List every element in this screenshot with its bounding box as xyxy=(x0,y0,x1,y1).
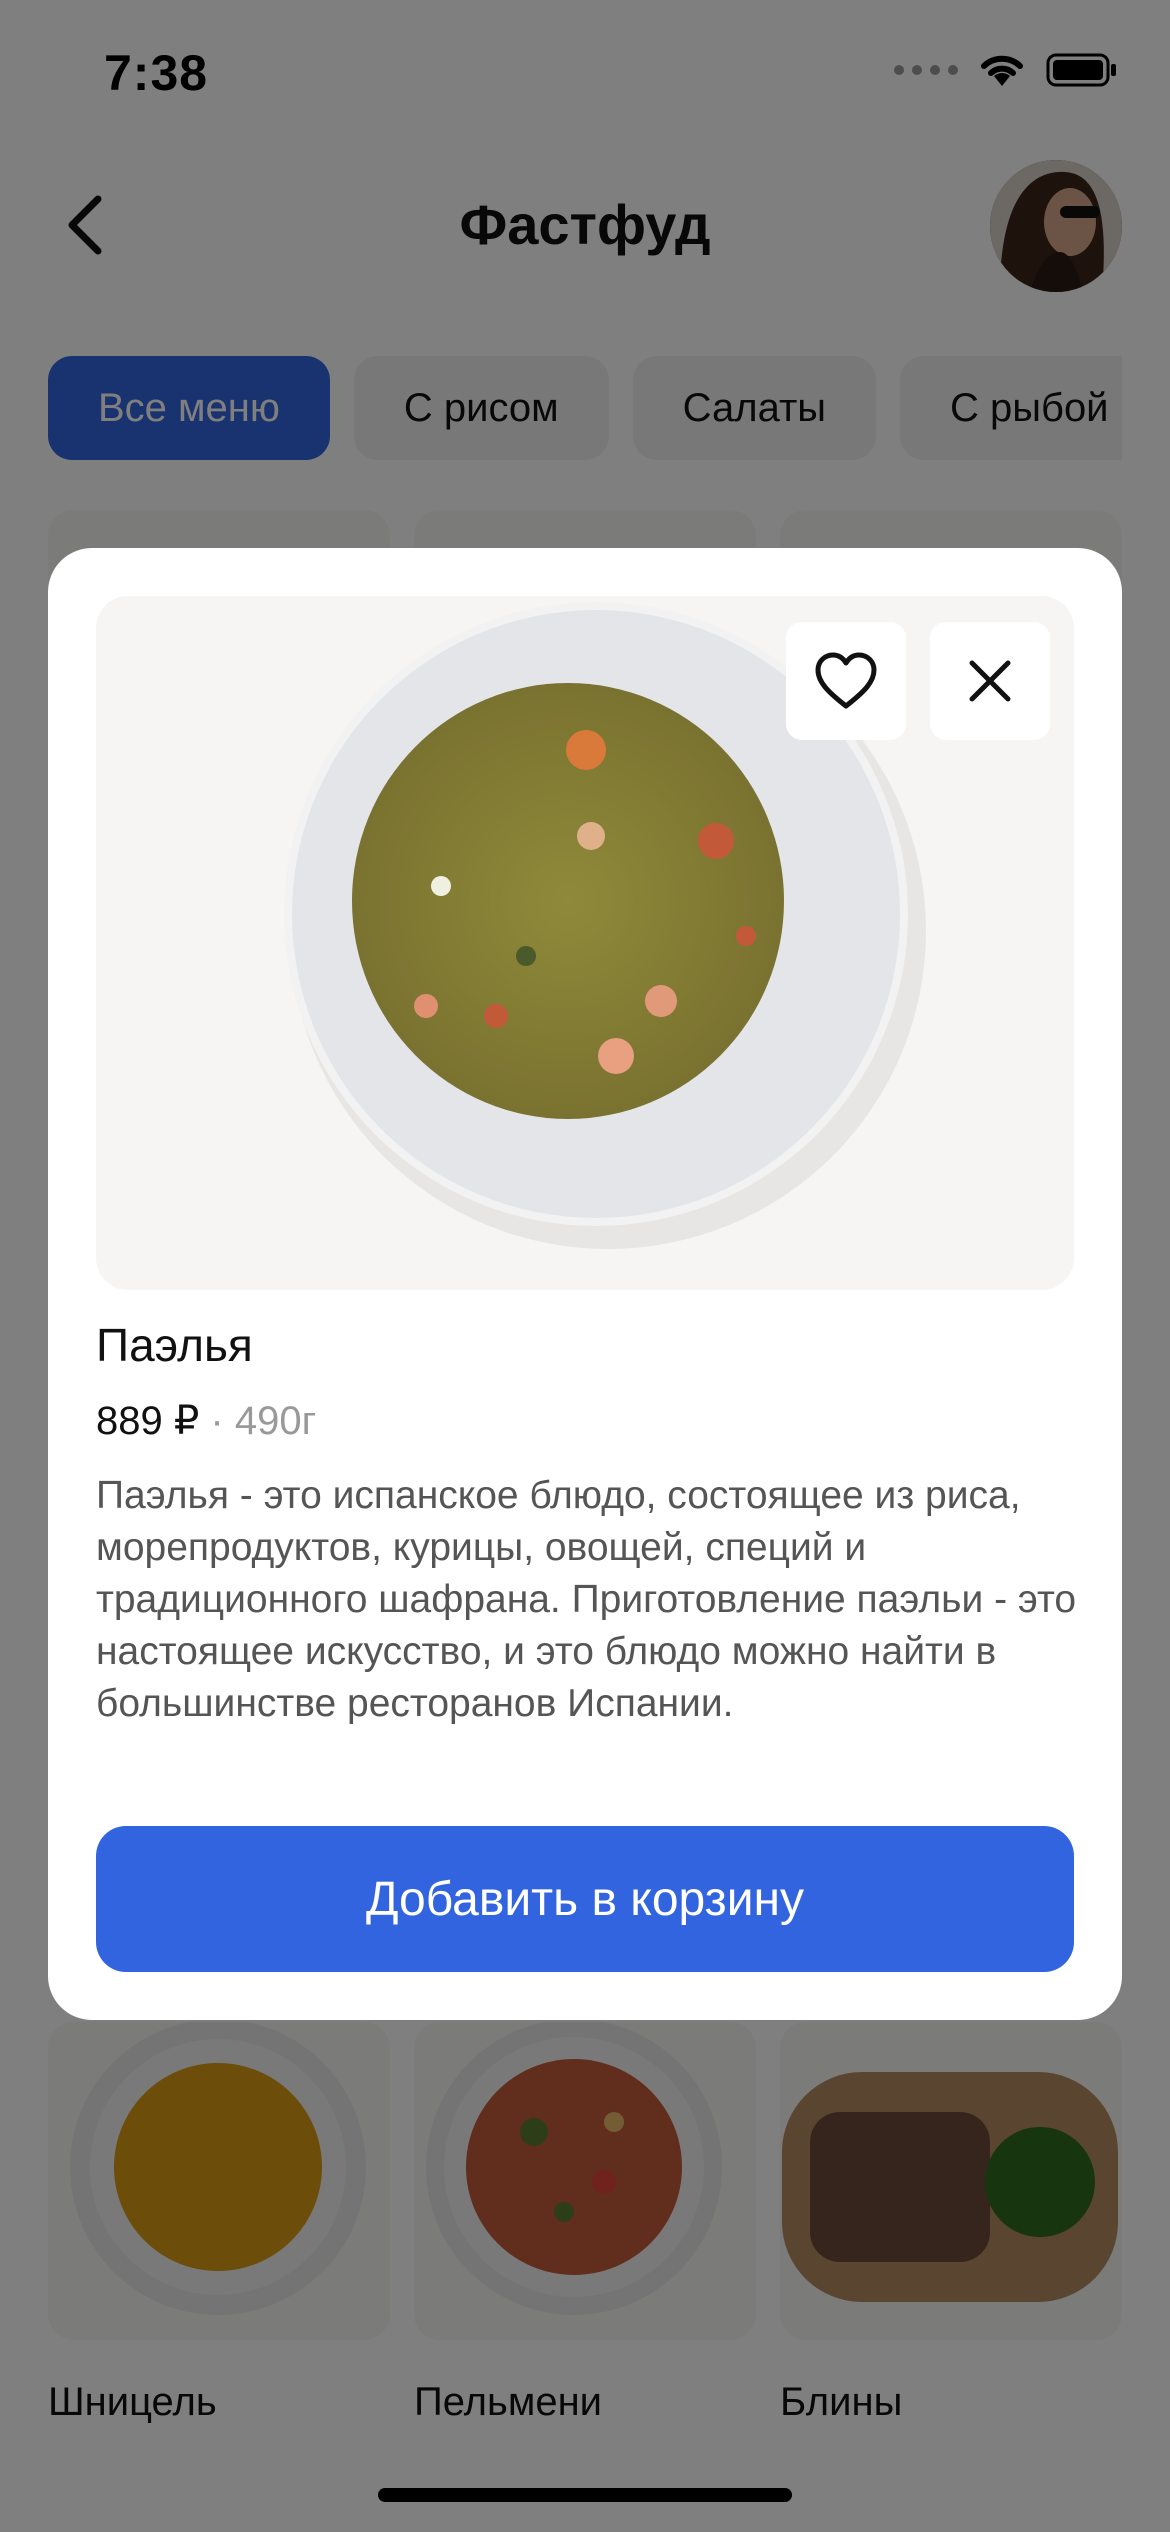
meta-separator: · xyxy=(199,1399,235,1443)
dish-price: 889 ₽ xyxy=(96,1399,200,1443)
soup-plate-image xyxy=(284,602,926,1249)
close-button[interactable] xyxy=(930,622,1050,740)
heart-icon xyxy=(815,652,877,709)
dish-title: Паэлья xyxy=(96,1319,253,1371)
dish-detail-modal: Паэлья 889 ₽ · 490г Паэлья - это испанск… xyxy=(48,548,1122,2020)
add-to-cart-button[interactable]: Добавить в корзину xyxy=(96,1826,1074,1972)
dish-description: Паэлья - это испанское блюдо, состоящее … xyxy=(96,1474,1077,1725)
dish-hero-image xyxy=(96,596,1074,1290)
close-icon xyxy=(969,660,1011,702)
favorite-button[interactable] xyxy=(786,622,906,740)
dish-meta: 889 ₽ · 490г xyxy=(96,1398,316,1444)
dish-weight: 490г xyxy=(234,1399,317,1443)
